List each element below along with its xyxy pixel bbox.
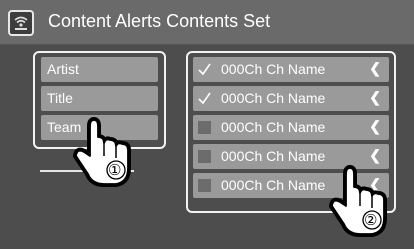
pointing-hand-icon <box>73 117 131 187</box>
checkmark-icon <box>198 63 211 76</box>
chevron-left-icon[interactable]: ❮ <box>369 89 381 106</box>
content-alerts-screen: Content Alerts Contents Set Artist Title… <box>0 0 414 249</box>
category-label: Artist <box>47 61 79 77</box>
channel-item[interactable]: 000Ch Ch Name ❮ <box>193 57 389 82</box>
checkbox-unchecked[interactable] <box>198 121 211 134</box>
checkbox-checked[interactable] <box>198 92 211 105</box>
chevron-left-icon[interactable]: ❮ <box>369 60 381 77</box>
title-bar: Content Alerts Contents Set <box>0 0 414 45</box>
channel-name: 000Ch Ch Name <box>221 119 326 135</box>
chevron-left-icon[interactable]: ❮ <box>369 118 381 135</box>
page-title: Content Alerts Contents Set <box>48 11 271 31</box>
channel-name: 000Ch Ch Name <box>221 61 326 77</box>
checkbox-unchecked[interactable] <box>198 179 211 192</box>
channel-name: 000Ch Ch Name <box>221 177 326 193</box>
callout-1: ① <box>108 162 122 179</box>
content-alert-icon[interactable] <box>8 10 34 36</box>
category-item-artist[interactable]: Artist <box>41 57 158 82</box>
channel-name: 000Ch Ch Name <box>221 148 326 164</box>
channel-name: 000Ch Ch Name <box>221 90 326 106</box>
channel-item[interactable]: 000Ch Ch Name ❮ <box>193 115 389 140</box>
checkbox-checked[interactable] <box>198 63 211 76</box>
category-item-title[interactable]: Title <box>41 86 158 111</box>
channel-item[interactable]: 000Ch Ch Name ❮ <box>193 86 389 111</box>
category-label: Title <box>47 90 73 106</box>
checkmark-icon <box>198 92 211 105</box>
checkbox-unchecked[interactable] <box>198 150 211 163</box>
callout-2: ② <box>364 212 378 229</box>
pointing-hand-icon <box>329 165 387 237</box>
